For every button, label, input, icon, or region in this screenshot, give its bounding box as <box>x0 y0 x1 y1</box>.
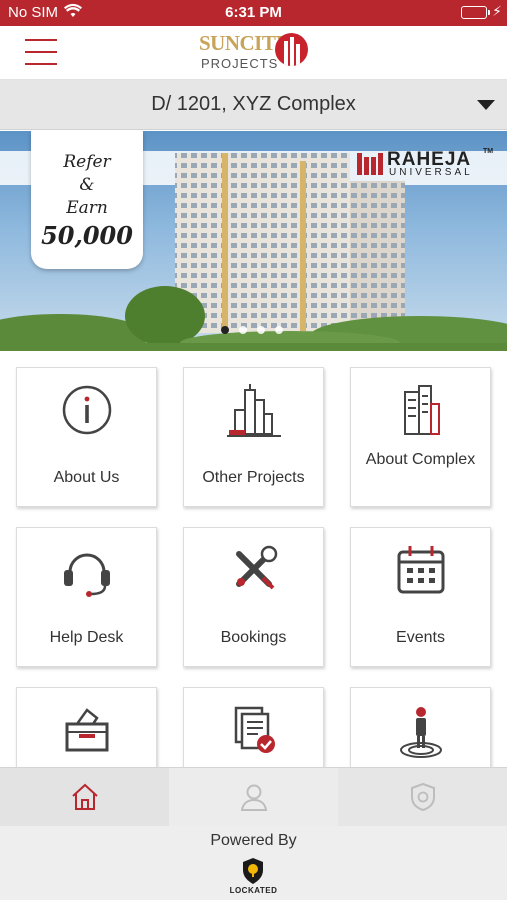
carousel-dot[interactable] <box>221 326 229 334</box>
refer-amount: 50,000 <box>41 221 133 250</box>
dropdown-arrow-icon[interactable] <box>477 100 495 110</box>
menu-grid: About Us Other Projects About Complex He… <box>0 352 507 767</box>
tab-security[interactable] <box>338 768 507 827</box>
powered-by-label: Powered By <box>210 832 297 849</box>
tools-icon <box>184 544 323 600</box>
suncity-logo: SUNCITY PROJECTS <box>199 29 311 77</box>
shield-icon <box>411 782 435 812</box>
tile-documents[interactable] <box>183 687 324 767</box>
refer-line-1: Refer <box>63 152 111 172</box>
unit-selector[interactable]: D/ 1201, XYZ Complex <box>0 80 507 130</box>
documents-check-icon <box>184 704 323 760</box>
tile-help-desk[interactable]: Help Desk <box>16 527 157 667</box>
tile-bookings[interactable]: Bookings <box>183 527 324 667</box>
calendar-icon <box>351 544 490 600</box>
tile-about-us[interactable]: About Us <box>16 367 157 507</box>
tile-label: About Us <box>53 469 120 486</box>
tile-label: Help Desk <box>49 629 124 646</box>
tile-ballot[interactable] <box>16 687 157 767</box>
carousel-dot[interactable] <box>275 326 283 334</box>
carousel-dot[interactable] <box>239 326 247 334</box>
buildings-icon <box>184 384 323 440</box>
footer: Powered By LOCKATED <box>0 826 507 900</box>
refer-line-3: Earn <box>66 198 108 218</box>
promo-banner[interactable]: Refer & Earn 50,000 RAHEJA UNIVERSAL TM <box>0 131 507 351</box>
tile-label: Bookings <box>220 629 287 646</box>
refer-earn-badge[interactable]: Refer & Earn 50,000 <box>31 131 143 269</box>
universal-word: UNIVERSAL <box>389 167 473 178</box>
app-header: SUNCITY PROJECTS <box>0 26 507 80</box>
bottom-tab-bar <box>0 767 507 827</box>
unit-selector-value: D/ 1201, XYZ Complex <box>151 93 356 115</box>
raheja-mark-icon <box>357 153 383 180</box>
ballot-box-icon <box>17 704 156 760</box>
status-bar: No SIM 6:31 PM ⚡ <box>0 0 507 26</box>
lockated-name: LOCKATED <box>229 886 278 895</box>
logo-sub: PROJECTS <box>201 56 279 71</box>
tile-other-projects[interactable]: Other Projects <box>183 367 324 507</box>
carousel-dot[interactable] <box>257 326 265 334</box>
refer-line-2: & <box>79 175 95 195</box>
tile-label: Events <box>396 629 445 646</box>
charging-bolt-icon: ⚡ <box>492 3 502 19</box>
profile-icon <box>240 784 268 811</box>
tile-events[interactable]: Events <box>350 527 491 667</box>
tile-label: About Complex <box>365 451 476 468</box>
battery-tip <box>488 10 490 15</box>
tile-label: Other Projects <box>202 469 305 486</box>
carousel-indicator <box>221 321 293 339</box>
battery-icon <box>461 6 487 19</box>
status-time: 6:31 PM <box>225 4 282 21</box>
complex-icon <box>351 384 490 440</box>
tab-profile[interactable] <box>169 768 338 827</box>
hamburger-menu-icon[interactable] <box>25 39 57 65</box>
tab-home[interactable] <box>0 768 169 827</box>
tile-about-complex[interactable]: About Complex <box>350 367 491 507</box>
person-target-icon <box>351 704 490 760</box>
info-icon <box>17 384 156 440</box>
tile-person-target[interactable] <box>350 687 491 767</box>
home-icon <box>72 783 98 810</box>
logo-mark-icon <box>275 33 308 66</box>
trademark-mark: TM <box>483 148 494 155</box>
headset-icon <box>17 544 156 600</box>
